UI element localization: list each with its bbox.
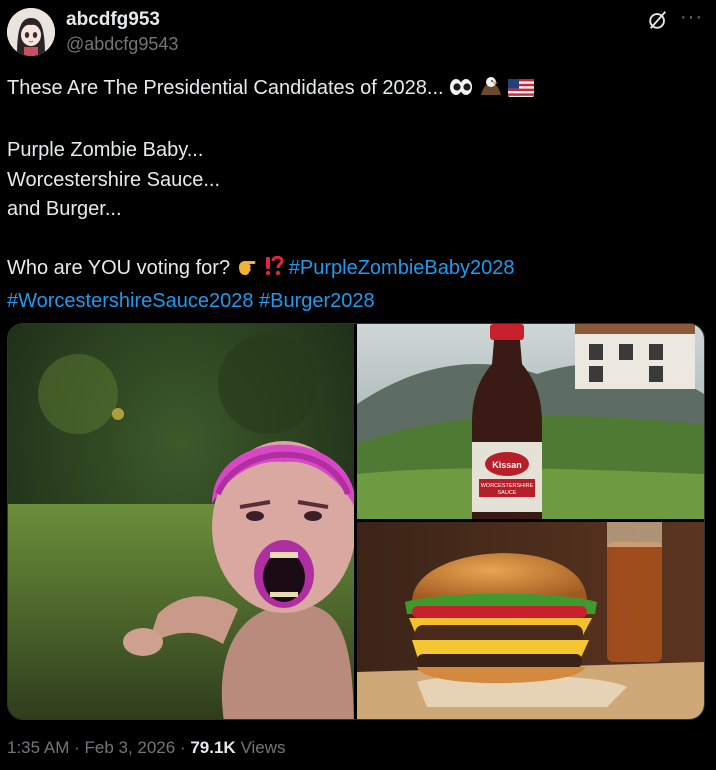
worcestershire-sauce-image[interactable]: Kissan WORCESTERSHIRE SAUCE — [357, 324, 704, 519]
views-label: Views — [240, 738, 286, 757]
purple-zombie-baby-image[interactable] — [8, 324, 354, 719]
tweet-time[interactable]: 1:35 AM — [7, 738, 69, 757]
separator: · — [69, 738, 85, 757]
tweet-line-5-text: Who are YOU voting for? — [7, 257, 231, 279]
separator: · — [175, 738, 191, 757]
tweet-line-6: #WorcestershireSauce2028 #Burger2028 — [7, 287, 707, 317]
tweet-line-4: and Burger... — [7, 198, 122, 220]
us-flag-emoji — [508, 77, 535, 107]
hashtag-link-3[interactable]: #Burger2028 — [259, 290, 375, 312]
sauce-label-text: SAUCE — [498, 490, 517, 496]
tweet-line-5: Who are YOU voting for? #PurpleZombieBab… — [7, 254, 707, 287]
author-display-name[interactable]: abcdfg953 — [66, 9, 160, 31]
eagle-emoji — [479, 75, 503, 107]
avatar-image — [7, 8, 55, 56]
tweet-line-3: Worcestershire Sauce... — [7, 168, 221, 191]
tweet-line-1: These Are The Presidential Candidates of… — [7, 74, 707, 107]
more-options-icon[interactable]: ··· — [680, 6, 703, 29]
tweet-date[interactable]: Feb 3, 2026 — [84, 738, 175, 757]
views-count: 79.1K — [190, 738, 236, 757]
tweet-text: These Are The Presidential Candidates of… — [7, 74, 707, 316]
sauce-label-text: WORCESTERSHIRE — [481, 483, 534, 489]
interrobang-emoji — [263, 255, 284, 287]
tweet-metadata: 1:35 AM · Feb 3, 2026 · 79.1K Views — [7, 738, 286, 758]
media-grid: Kissan WORCESTERSHIRE SAUCE — [7, 323, 705, 720]
tweet-line-2: Purple Zombie Baby... — [7, 139, 204, 161]
pointing-hand-emoji — [236, 255, 258, 287]
hashtag-link-1[interactable]: #PurpleZombieBaby2028 — [289, 257, 515, 279]
hashtag-link-2[interactable]: #WorcestershireSauce2028 — [7, 290, 253, 312]
avatar[interactable] — [7, 8, 55, 56]
eyes-emoji — [449, 77, 473, 107]
tweet: abcdfg953 @abdcfg9543 ··· These Are The … — [0, 0, 716, 770]
grok-icon[interactable] — [647, 9, 669, 31]
tweet-line-1-text: These Are The Presidential Candidates of… — [7, 77, 444, 99]
author-handle[interactable]: @abdcfg9543 — [66, 34, 178, 55]
sauce-label-brand: Kissan — [492, 460, 522, 470]
burger-image[interactable] — [357, 522, 704, 719]
